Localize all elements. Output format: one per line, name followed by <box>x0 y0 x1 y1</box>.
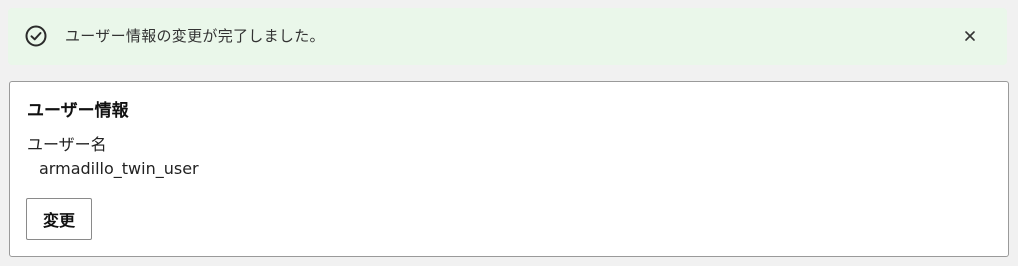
alert-close-button[interactable] <box>961 27 979 45</box>
close-icon <box>965 31 975 41</box>
alert-message: ユーザー情報の変更が完了しました。 <box>65 27 325 45</box>
success-alert: ユーザー情報の変更が完了しました。 <box>8 8 1007 65</box>
username-label: ユーザー名 <box>27 135 107 154</box>
check-circle-icon <box>25 25 47 47</box>
username-value: armadillo_twin_user <box>39 159 199 178</box>
change-button[interactable]: 変更 <box>26 198 92 240</box>
user-info-card: ユーザー情報 ユーザー名 armadillo_twin_user 変更 <box>9 81 1009 257</box>
card-title: ユーザー情報 <box>27 101 129 121</box>
